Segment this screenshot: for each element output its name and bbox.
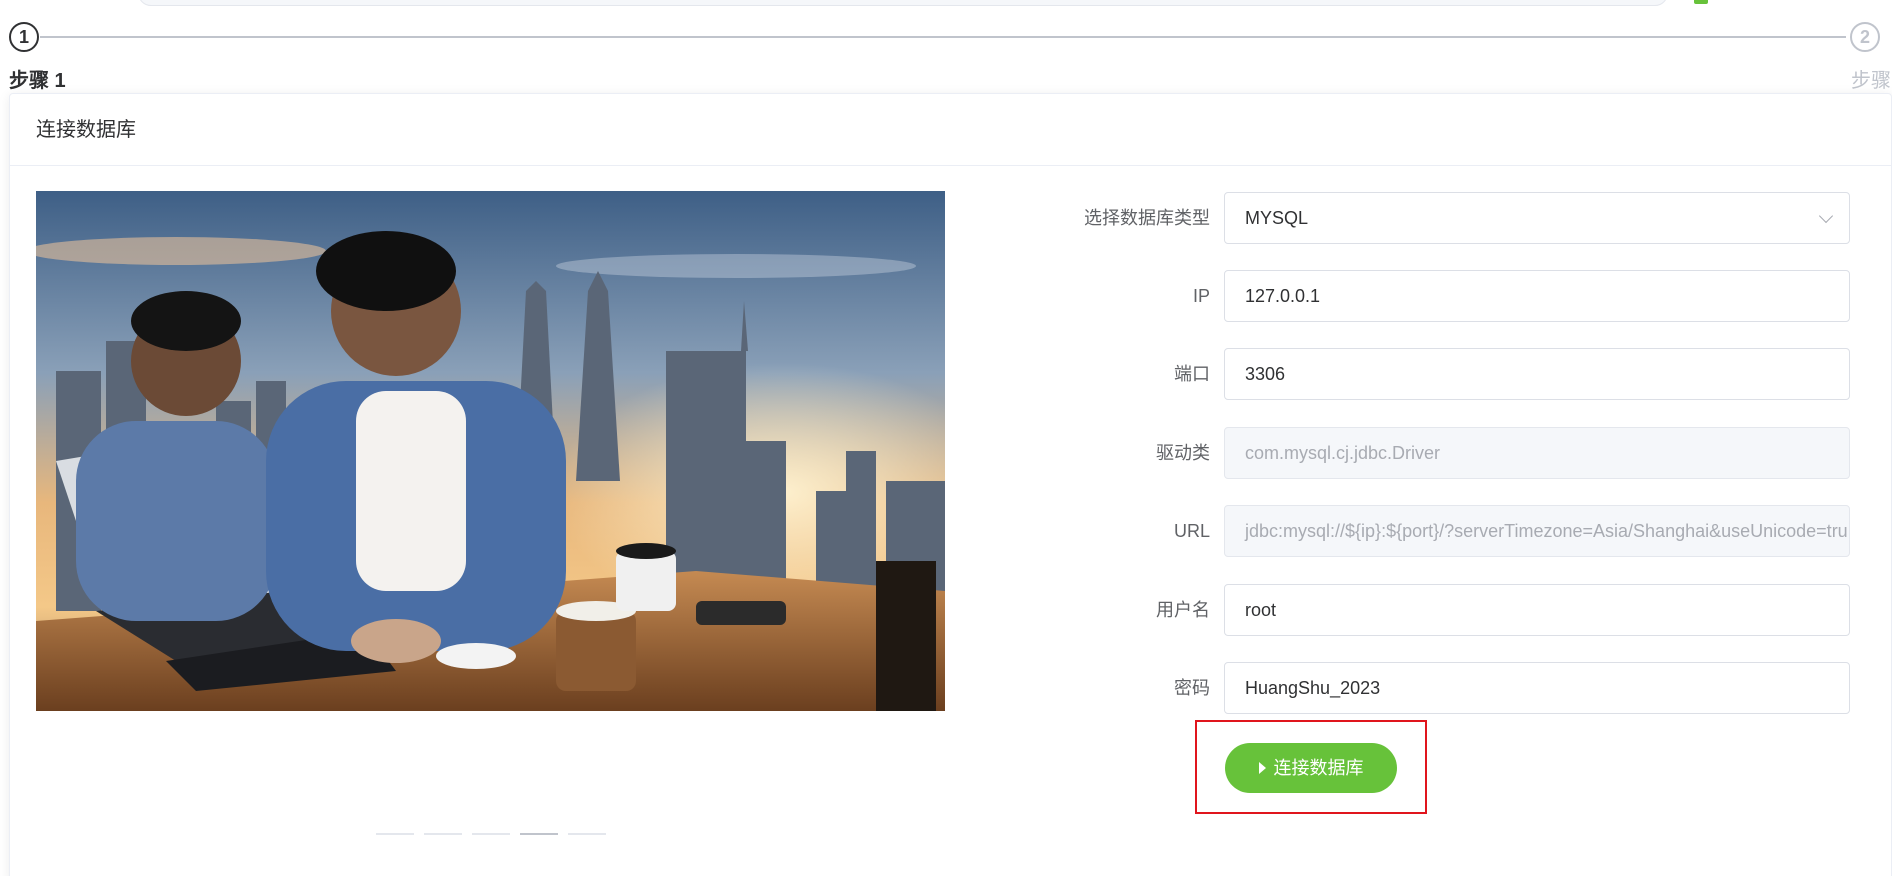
carousel-indicator-active[interactable] [520, 833, 558, 835]
carousel-indicator[interactable] [376, 833, 414, 835]
url-input: jdbc:mysql://${ip}:${port}/?serverTimezo… [1224, 505, 1850, 557]
play-icon [1258, 762, 1266, 774]
form-row-db-type: 选择数据库类型 MYSQL [10, 192, 1892, 244]
carousel-indicator[interactable] [424, 833, 462, 835]
card-title: 连接数据库 [10, 94, 1891, 166]
form-row-username: 用户名 root [10, 584, 1892, 636]
chevron-down-icon [1818, 208, 1834, 224]
step-connector-line [40, 36, 1846, 38]
step-2-circle: 2 [1850, 22, 1880, 52]
db-type-value: MYSQL [1245, 208, 1309, 228]
password-label: 密码 [1174, 678, 1210, 698]
carousel-indicator[interactable] [568, 833, 606, 835]
username-label: 用户名 [1156, 600, 1210, 620]
db-type-select[interactable]: MYSQL [1224, 192, 1850, 244]
browser-top-edge [0, 0, 1892, 12]
password-input[interactable]: HuangShu_2023 [1224, 662, 1850, 714]
steps-bar: 1 2 步骤 1 步骤 [0, 18, 1892, 92]
db-type-label: 选择数据库类型 [1084, 208, 1210, 228]
extension-indicator [1694, 0, 1708, 4]
username-input[interactable]: root [1224, 584, 1850, 636]
step-2-title: 步骤 [1851, 70, 1891, 92]
driver-label: 驱动类 [1156, 443, 1210, 463]
step-1-circle: 1 [9, 22, 39, 52]
form-row-driver: 驱动类 com.mysql.cj.jdbc.Driver [10, 427, 1892, 479]
port-input[interactable]: 3306 [1224, 348, 1850, 400]
port-label: 端口 [1174, 364, 1210, 384]
carousel-indicator[interactable] [472, 833, 510, 835]
driver-input: com.mysql.cj.jdbc.Driver [1224, 427, 1850, 479]
connect-database-button[interactable]: 连接数据库 [1225, 743, 1397, 793]
form-row-ip: IP 127.0.0.1 [10, 270, 1892, 322]
connect-database-card: 连接数据库 选择数据库类型 MYSQL IP 127.0.0.1 端口 3306… [9, 93, 1892, 876]
address-bar[interactable] [138, 0, 1668, 6]
url-label: URL [1173, 521, 1210, 541]
carousel-indicators [376, 833, 606, 835]
ip-input[interactable]: 127.0.0.1 [1224, 270, 1850, 322]
form-row-url: URL jdbc:mysql://${ip}:${port}/?serverTi… [10, 505, 1892, 557]
ip-label: IP [1192, 286, 1210, 306]
connect-button-label: 连接数据库 [1273, 758, 1364, 778]
form-row-password: 密码 HuangShu_2023 [10, 662, 1892, 714]
form-row-port: 端口 3306 [10, 348, 1892, 400]
step-1-title: 步骤 1 [9, 70, 66, 92]
